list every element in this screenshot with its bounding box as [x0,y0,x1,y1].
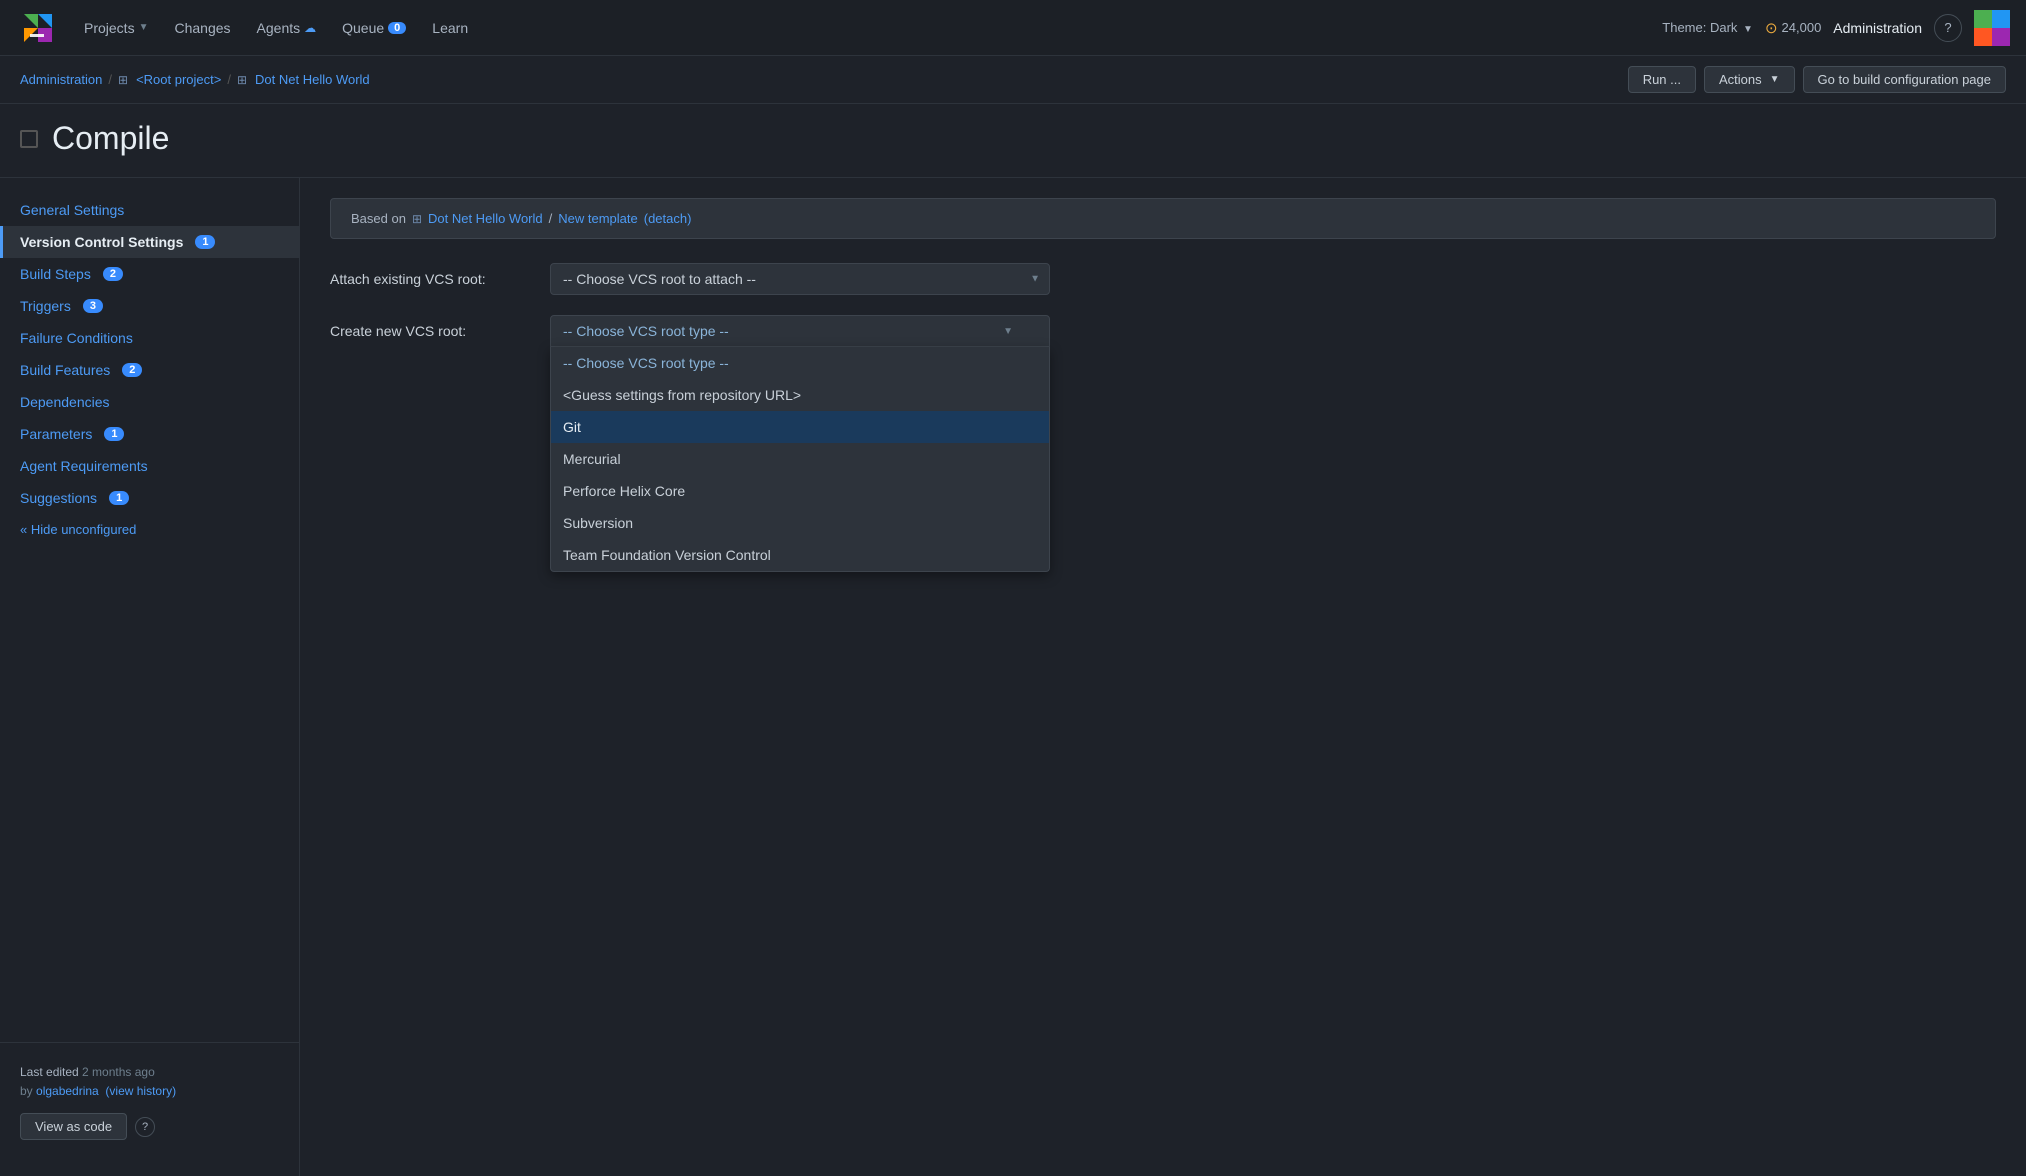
sidebar-item-build-steps[interactable]: Build Steps 2 [0,258,299,290]
changes-label: Changes [174,20,230,36]
dropdown-option-git[interactable]: Git [551,411,1049,443]
view-as-code-button[interactable]: View as code [20,1113,127,1140]
project-icon: ⊞ [237,73,247,87]
build-features-badge: 2 [122,363,142,377]
sidebar-item-build-features[interactable]: Build Features 2 [0,354,299,386]
breadcrumb: Administration / ⊞ <Root project> / ⊞ Do… [20,72,370,87]
learn-label: Learn [432,20,468,36]
user-avatar[interactable] [1974,10,2010,46]
queue-badge: 0 [388,22,406,34]
view-as-code-help[interactable]: ? [135,1117,155,1137]
credits-display: ⊙ 24,000 [1765,19,1821,37]
breadcrumb-bar: Administration / ⊞ <Root project> / ⊞ Do… [0,56,2026,104]
sidebar-item-failure-conditions[interactable]: Failure Conditions [0,322,299,354]
help-icon: ? [1944,20,1951,35]
dropdown-option-placeholder[interactable]: -- Choose VCS root type -- [551,347,1049,379]
version-control-badge: 1 [195,235,215,249]
content-area: Based on ⊞ Dot Net Hello World / New tem… [300,178,2026,1176]
page-title: Compile [52,120,169,157]
build-steps-badge: 2 [103,267,123,281]
triggers-badge: 3 [83,299,103,313]
topnav-links: Projects ▼ Changes Agents ☁ Queue 0 Lear… [72,14,1658,42]
help-button[interactable]: ? [1934,14,1962,42]
agents-cloud-icon: ☁ [304,21,316,35]
actions-button[interactable]: Actions ▼ [1704,66,1795,93]
theme-selector[interactable]: Theme: Dark ▼ [1662,20,1753,35]
sidebar-nav: General Settings Version Control Setting… [0,194,299,1042]
attach-vcs-control: -- Choose VCS root to attach -- [550,263,1050,295]
admin-label: Administration [1833,20,1922,36]
hide-unconfigured-link[interactable]: « Hide unconfigured [0,514,299,545]
dropdown-option-svn[interactable]: Subversion [551,507,1049,539]
topnav-right: Theme: Dark ▼ ⊙ 24,000 Administration ? [1662,10,2010,46]
teamcity-logo[interactable] [16,6,60,50]
create-vcs-chevron-icon: ▼ [1003,326,1013,337]
create-vcs-label: Create new VCS root: [330,315,530,339]
title-checkbox[interactable] [20,130,38,148]
projects-label: Projects [84,20,135,36]
goto-build-config-button[interactable]: Go to build configuration page [1803,66,2006,93]
page-title-bar: Compile [0,104,2026,178]
actions-dropdown-icon: ▼ [1770,74,1780,85]
view-as-code-row: View as code ? [20,1113,279,1140]
theme-dropdown-icon: ▼ [1743,24,1753,35]
sidebar-item-version-control[interactable]: Version Control Settings 1 [0,226,299,258]
create-vcs-control: -- Choose VCS root type -- ▼ -- Choose V… [550,315,1050,347]
help-icon: ? [142,1121,148,1133]
agents-label: Agents [257,20,301,36]
agents-link[interactable]: Agents ☁ [245,14,329,42]
parameters-badge: 1 [104,427,124,441]
create-vcs-dropdown-list: -- Choose VCS root type -- <Guess settin… [550,347,1050,572]
create-vcs-dropdown-trigger[interactable]: -- Choose VCS root type -- ▼ [550,315,1050,347]
projects-link[interactable]: Projects ▼ [72,14,160,42]
dropdown-option-mercurial[interactable]: Mercurial [551,443,1049,475]
sidebar-item-suggestions[interactable]: Suggestions 1 [0,482,299,514]
run-button[interactable]: Run ... [1628,66,1696,93]
breadcrumb-actions: Run ... Actions ▼ Go to build configurat… [1628,66,2006,93]
dropdown-option-perforce[interactable]: Perforce Helix Core [551,475,1049,507]
queue-link[interactable]: Queue 0 [330,14,418,42]
attach-vcs-select[interactable]: -- Choose VCS root to attach -- [550,263,1050,295]
top-navigation: Projects ▼ Changes Agents ☁ Queue 0 Lear… [0,0,2026,56]
sidebar-item-general-settings[interactable]: General Settings [0,194,299,226]
sidebar-item-triggers[interactable]: Triggers 3 [0,290,299,322]
suggestions-badge: 1 [109,491,129,505]
attach-vcs-select-wrapper: -- Choose VCS root to attach -- [550,263,1050,295]
create-vcs-trigger-text: -- Choose VCS root type -- [563,323,729,339]
root-project-icon: ⊞ [118,73,128,87]
create-vcs-row: Create new VCS root: -- Choose VCS root … [330,315,1996,347]
vcs-form: Attach existing VCS root: -- Choose VCS … [330,263,1996,347]
sidebar-item-agent-requirements[interactable]: Agent Requirements [0,450,299,482]
attach-vcs-label: Attach existing VCS root: [330,263,530,287]
based-on-banner: Based on ⊞ Dot Net Hello World / New tem… [330,198,1996,239]
learn-link[interactable]: Learn [420,14,480,42]
breadcrumb-project[interactable]: Dot Net Hello World [255,72,370,87]
dropdown-option-tfvc[interactable]: Team Foundation Version Control [551,539,1049,571]
main-layout: General Settings Version Control Setting… [0,178,2026,1176]
sidebar-item-dependencies[interactable]: Dependencies [0,386,299,418]
projects-dropdown-icon: ▼ [139,22,149,33]
last-edited-info: Last edited 2 months agoby olgabedrina (… [20,1063,279,1101]
changes-link[interactable]: Changes [162,14,242,42]
sidebar-footer: Last edited 2 months agoby olgabedrina (… [0,1042,299,1160]
credits-icon: ⊙ [1765,19,1778,37]
attach-vcs-row: Attach existing VCS root: -- Choose VCS … [330,263,1996,295]
breadcrumb-root-project[interactable]: <Root project> [136,72,221,87]
sidebar: General Settings Version Control Setting… [0,178,300,1176]
breadcrumb-sep-1: / [108,72,112,87]
breadcrumb-admin[interactable]: Administration [20,72,102,87]
dropdown-option-guess[interactable]: <Guess settings from repository URL> [551,379,1049,411]
queue-label: Queue [342,20,384,36]
breadcrumb-sep-2: / [227,72,231,87]
sidebar-item-parameters[interactable]: Parameters 1 [0,418,299,450]
actions-label: Actions [1719,72,1762,87]
